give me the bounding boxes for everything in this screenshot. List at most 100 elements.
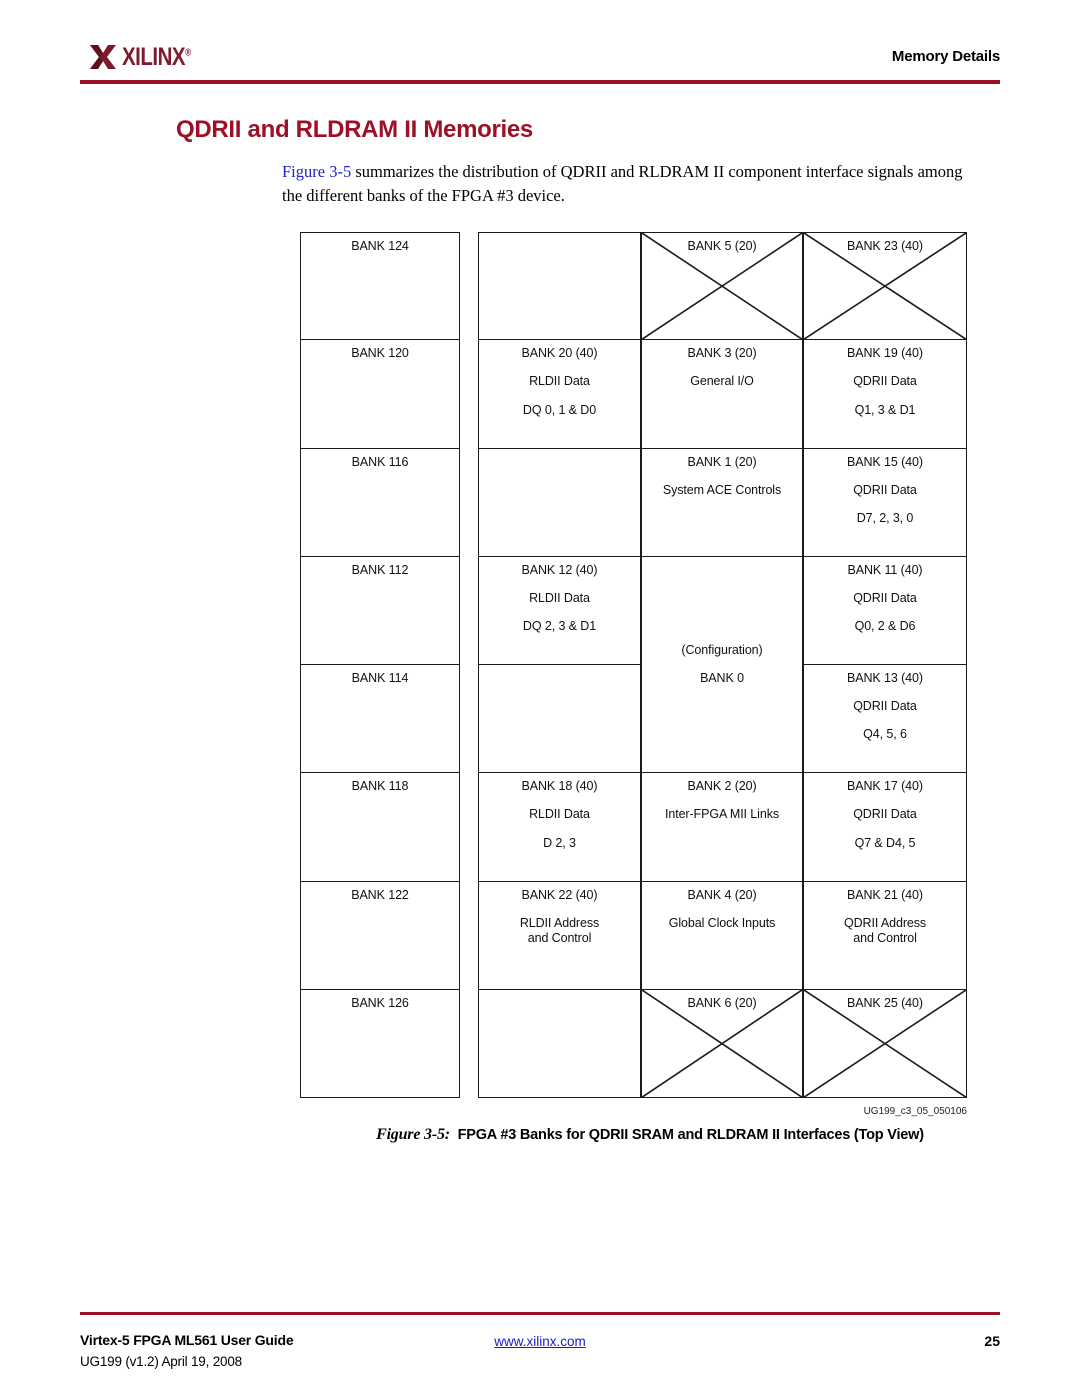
figure-caption-number: Figure 3-5: [376, 1126, 450, 1143]
bank-cell-labels: (Configuration) BANK 0 [642, 642, 802, 685]
bank-cell-labels: BANK 118 [301, 773, 459, 793]
bank-name-label: BANK 1 (20) [687, 454, 757, 469]
bank-cell-labels: BANK 22 (40) RLDII Address and Control [479, 882, 640, 945]
bank-cell: BANK 20 (40) RLDII Data DQ 0, 1 & D0 [478, 340, 641, 449]
bank-detail-label: General I/O [690, 374, 754, 389]
diagram-column-general-banks: BANK 5 (20) BANK 3 (20) General I/O BANK 1 … [641, 232, 803, 1098]
bank-detail-label: and Control [853, 930, 917, 945]
bank-cell [478, 989, 641, 1098]
bank-name-label: BANK 122 [351, 887, 409, 902]
unused-bank-cross-icon [804, 990, 966, 1097]
bank-cell [478, 665, 641, 774]
bank-cell: BANK 5 (20) [641, 232, 803, 341]
bank-detail-label: D 2, 3 [543, 835, 576, 850]
figure-caption-text: FPGA #3 Banks for QDRII SRAM and RLDRAM … [457, 1127, 925, 1143]
bank-cell: BANK 126 [300, 989, 460, 1098]
bank-name-label: BANK 112 [351, 562, 409, 577]
figure-cross-reference-link[interactable]: Figure 3-5 [282, 162, 351, 181]
bank-cell-labels: BANK 15 (40) QDRII Data D7, 2, 3, 0 [804, 449, 966, 525]
bank-cell: BANK 11 (40) QDRII Data Q0, 2 & D6 [803, 556, 967, 665]
bank-detail-label: QDRII Address [843, 915, 927, 930]
bank-name-label: BANK 19 (40) [847, 346, 923, 361]
page-title: QDRII and RLDRAM II Memories [176, 116, 533, 143]
bank-cell: BANK 15 (40) QDRII Data D7, 2, 3, 0 [803, 448, 967, 557]
footer-url-link[interactable]: www.xilinx.com [0, 1334, 1080, 1349]
bank-cell-labels: BANK 120 [301, 340, 459, 360]
bank-cell-labels: BANK 21 (40) QDRII Address and Control [804, 882, 966, 945]
footer-url-text: www.xilinx.com [494, 1334, 586, 1349]
bank-name-label: BANK 18 (40) [521, 779, 598, 794]
bank-cell: BANK 112 [300, 556, 460, 665]
bank-name-label: BANK 11 (40) [847, 562, 923, 577]
bank-cell-labels: BANK 11 (40) QDRII Data Q0, 2 & D6 [804, 557, 966, 633]
bank-detail-label: QDRII Data [853, 374, 917, 389]
xilinx-logo-icon [90, 45, 116, 69]
bank-detail-label: System ACE Controls [662, 482, 782, 497]
bank-cell-labels: BANK 126 [301, 990, 459, 1010]
bank-name-label: BANK 4 (20) [687, 887, 757, 902]
bank-detail-label: Global Clock Inputs [668, 915, 776, 930]
intro-paragraph-text: summarizes the distribution of QDRII and… [282, 162, 963, 205]
bank-cell: BANK 122 [300, 881, 460, 990]
bank-cell: BANK 118 [300, 773, 460, 882]
diagram-column-left-banks: BANK 124 BANK 120 BANK 116 BANK 112 BANK 114… [300, 232, 460, 1098]
bank-name-label: BANK 124 [351, 239, 409, 253]
bank-detail-label: D7, 2, 3, 0 [856, 510, 914, 525]
diagram-column-rldii-banks: BANK 20 (40) RLDII Data DQ 0, 1 & D0 BANK 1… [478, 232, 641, 1098]
bank-detail-label: DQ 2, 3 & D1 [522, 619, 597, 633]
bank-name-label: BANK 118 [351, 779, 409, 794]
bank-cell: BANK 17 (40) QDRII Data Q7 & D4, 5 [803, 773, 967, 882]
footer-divider [80, 1312, 1000, 1315]
bank-detail-label: QDRII Data [853, 699, 917, 714]
bank-detail-label: RLDII Data [529, 374, 590, 389]
bank-cell [478, 232, 641, 341]
bank-name-label: BANK 22 (40) [521, 887, 598, 902]
bank-cell: BANK 19 (40) QDRII Data Q1, 3 & D1 [803, 340, 967, 449]
bank-detail-label: RLDII Data [529, 590, 590, 605]
bank-cell: (Configuration) BANK 0 [641, 556, 803, 774]
bank-cell-labels: BANK 122 [301, 882, 459, 902]
figure-id-label: UG199_c3_05_050106 [863, 1106, 967, 1117]
bank-cell: BANK 23 (40) [803, 232, 967, 341]
bank-detail-label: DQ 0, 1 & D0 [522, 402, 597, 417]
footer-document-id: UG199 (v1.2) April 19, 2008 [80, 1354, 242, 1369]
bank-cell [478, 448, 641, 557]
unused-bank-cross-icon [642, 990, 802, 1097]
bank-detail-label: BANK 0 [700, 671, 744, 685]
bank-cell-labels: BANK 116 [301, 449, 459, 469]
bank-name-label: BANK 2 (20) [687, 779, 757, 794]
bank-detail-label: and Control [527, 930, 592, 945]
fpga-bank-diagram: BANK 124 BANK 120 BANK 116 BANK 112 BANK 114… [300, 232, 967, 1117]
bank-cell-labels: BANK 13 (40) QDRII Data Q4, 5, 6 [804, 665, 966, 741]
bank-cell: BANK 13 (40) QDRII Data Q4, 5, 6 [803, 665, 967, 774]
bank-cell: BANK 12 (40) RLDII Data DQ 2, 3 & D1 [478, 556, 641, 665]
bank-name-label: BANK 21 (40) [847, 887, 923, 902]
bank-cell-labels: BANK 4 (20) Global Clock Inputs [642, 882, 802, 930]
bank-cell: BANK 3 (20) General I/O [641, 340, 803, 449]
bank-detail-label: QDRII Data [853, 482, 917, 497]
bank-name-label: (Configuration) [681, 642, 763, 657]
bank-cell-labels: BANK 124 [301, 233, 459, 253]
page-header: XILINX® Memory Details [0, 0, 1080, 92]
bank-cell-labels: BANK 3 (20) General I/O [642, 340, 802, 388]
bank-cell: BANK 18 (40) RLDII Data D 2, 3 [478, 773, 641, 882]
registered-mark: ® [185, 47, 191, 59]
bank-detail-label: Q4, 5, 6 [863, 727, 907, 742]
bank-cell: BANK 6 (20) [641, 989, 803, 1098]
bank-cell: BANK 25 (40) [803, 989, 967, 1098]
bank-name-label: BANK 120 [351, 346, 409, 361]
logo-wordmark: XILINX [122, 42, 186, 71]
bank-name-label: BANK 12 (40) [521, 562, 598, 577]
bank-cell: BANK 120 [300, 340, 460, 449]
bank-name-label: BANK 15 (40) [847, 454, 923, 469]
bank-cell-labels: BANK 20 (40) RLDII Data DQ 0, 1 & D0 [479, 340, 640, 417]
bank-name-label: BANK 126 [351, 995, 409, 1010]
bank-cell-labels: BANK 19 (40) QDRII Data Q1, 3 & D1 [804, 340, 966, 417]
diagram-column-qdrii-banks: BANK 23 (40) BANK 19 (40) QDRII Data Q1, 3 … [803, 232, 967, 1098]
header-divider [80, 80, 1000, 84]
bank-cell-labels: BANK 114 [301, 665, 459, 685]
bank-cell: BANK 22 (40) RLDII Address and Control [478, 881, 641, 990]
bank-cell: BANK 2 (20) Inter-FPGA MII Links [641, 773, 803, 882]
bank-detail-label: Inter-FPGA MII Links [664, 807, 779, 822]
unused-bank-cross-icon [804, 233, 966, 339]
